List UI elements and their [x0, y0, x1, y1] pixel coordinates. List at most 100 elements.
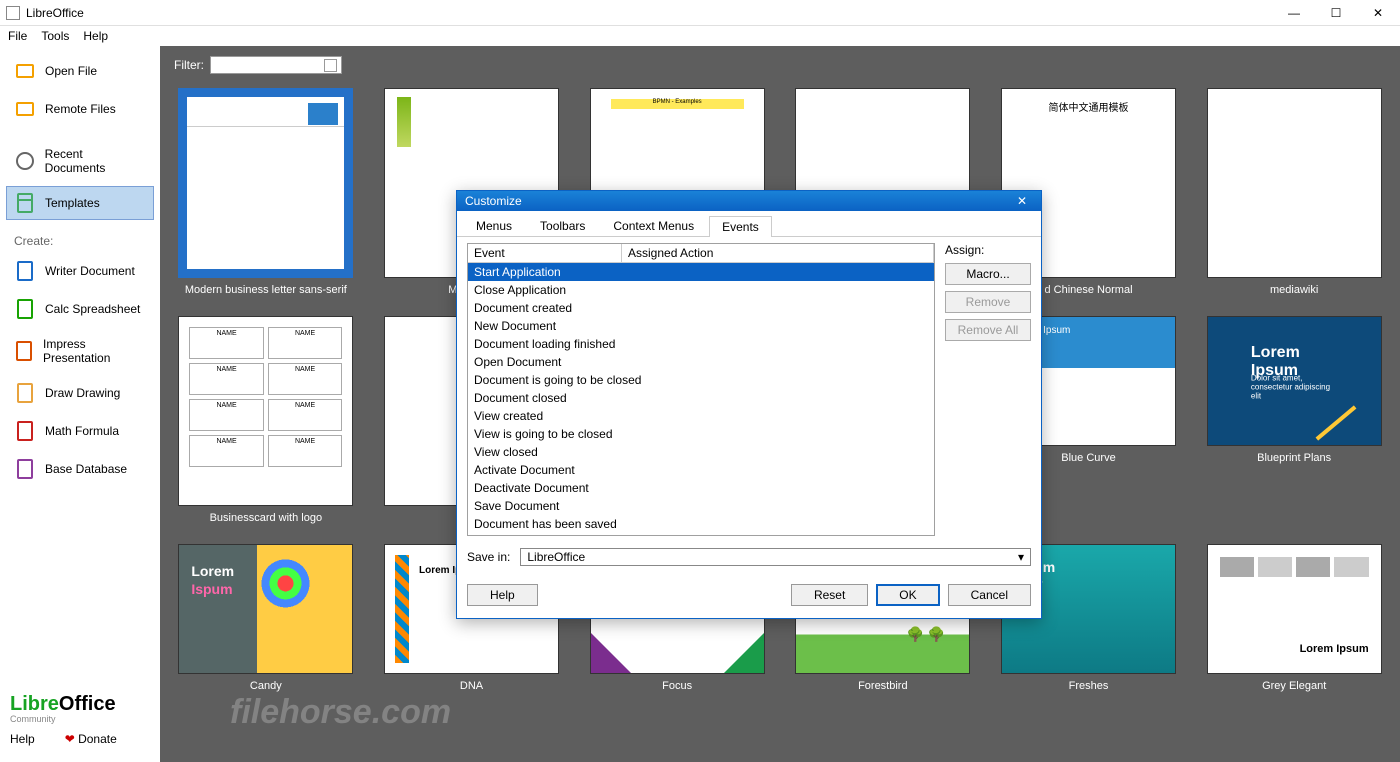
- event-row[interactable]: Document has been saved: [468, 515, 934, 533]
- remove-all-button[interactable]: Remove All: [945, 319, 1031, 341]
- sidebar-item-label: Open File: [45, 64, 97, 78]
- sidebar-item-label: Writer Document: [45, 264, 135, 278]
- column-assigned-action[interactable]: Assigned Action: [622, 244, 934, 262]
- template-label: Grey Elegant: [1262, 680, 1326, 692]
- event-row[interactable]: Start Application: [468, 263, 934, 281]
- calc-icon: [17, 299, 33, 319]
- sidebar-draw[interactable]: Draw Drawing: [6, 376, 154, 410]
- template-label: DNA: [460, 680, 483, 692]
- sidebar-item-label: Recent Documents: [45, 147, 145, 175]
- sidebar-templates[interactable]: Templates: [6, 186, 154, 220]
- brand-logo: LibreOffice: [10, 693, 150, 716]
- event-row[interactable]: View is going to be closed: [468, 425, 934, 443]
- sidebar-remote-files[interactable]: Remote Files: [6, 92, 154, 126]
- brand-block: LibreOffice Community Help ❤ Donate: [6, 685, 154, 754]
- event-row[interactable]: Saving of document failed: [468, 533, 934, 535]
- tab-context-menus[interactable]: Context Menus: [600, 215, 707, 236]
- dialog-titlebar[interactable]: Customize ✕: [457, 191, 1041, 211]
- menu-bar: File Tools Help: [0, 26, 1400, 46]
- cancel-button[interactable]: Cancel: [948, 584, 1031, 606]
- sidebar-item-label: Templates: [45, 196, 100, 210]
- help-button[interactable]: Help: [467, 584, 538, 606]
- remove-button[interactable]: Remove: [945, 291, 1031, 313]
- template-card[interactable]: Modern business letter sans-serif: [174, 88, 358, 296]
- save-in-label: Save in:: [467, 550, 510, 564]
- template-icon: [17, 193, 33, 213]
- template-label: Forestbird: [858, 680, 908, 692]
- template-label: d Chinese Normal: [1044, 284, 1132, 296]
- chinese-title: 简体中文通用模板: [1002, 89, 1175, 124]
- event-row[interactable]: Document closed: [468, 389, 934, 407]
- event-row[interactable]: View closed: [468, 443, 934, 461]
- template-card[interactable]: Lorem Ipsum Grey Elegant: [1202, 544, 1386, 692]
- sidebar-math[interactable]: Math Formula: [6, 414, 154, 448]
- event-row[interactable]: Document created: [468, 299, 934, 317]
- tab-toolbars[interactable]: Toolbars: [527, 215, 598, 236]
- template-label: Businesscard with logo: [210, 512, 323, 524]
- sidebar: Open File Remote Files Recent Documents …: [0, 46, 160, 762]
- event-row[interactable]: Document loading finished: [468, 335, 934, 353]
- sidebar-writer[interactable]: Writer Document: [6, 254, 154, 288]
- event-row[interactable]: New Document: [468, 317, 934, 335]
- lorem-sub: Dolor sit amet, consectetur adipiscing e…: [1251, 374, 1338, 401]
- events-list[interactable]: Start ApplicationClose ApplicationDocume…: [468, 263, 934, 535]
- base-icon: [17, 459, 33, 479]
- lorem-title: Lorem Ipsum: [1300, 643, 1369, 655]
- candy-t2: Ispum: [191, 581, 232, 597]
- event-row[interactable]: Activate Document: [468, 461, 934, 479]
- sidebar-recent-documents[interactable]: Recent Documents: [6, 140, 154, 182]
- event-row[interactable]: Deactivate Document: [468, 479, 934, 497]
- draw-icon: [17, 383, 33, 403]
- template-label: Focus: [662, 680, 692, 692]
- template-card[interactable]: Lorem IpsumDolor sit amet, consectetur a…: [1202, 316, 1386, 524]
- sidebar-calc[interactable]: Calc Spreadsheet: [6, 292, 154, 326]
- reset-button[interactable]: Reset: [791, 584, 868, 606]
- sidebar-item-label: Draw Drawing: [45, 386, 120, 400]
- event-row[interactable]: Close Application: [468, 281, 934, 299]
- sidebar-base[interactable]: Base Database: [6, 452, 154, 486]
- candy-t1: Lorem: [191, 563, 234, 579]
- menu-file[interactable]: File: [8, 29, 27, 43]
- math-icon: [17, 421, 33, 441]
- clock-icon: [16, 152, 34, 170]
- folder-icon: [16, 102, 34, 116]
- menu-help[interactable]: Help: [83, 29, 108, 43]
- window-title: LibreOffice: [26, 6, 1282, 20]
- help-link[interactable]: Help: [10, 732, 35, 746]
- dialog-close-button[interactable]: ✕: [1011, 194, 1033, 208]
- tab-events[interactable]: Events: [709, 216, 772, 237]
- column-event[interactable]: Event: [468, 244, 622, 262]
- sidebar-item-label: Calc Spreadsheet: [45, 302, 140, 316]
- sidebar-impress[interactable]: Impress Presentation: [6, 330, 154, 372]
- sidebar-item-label: Remote Files: [45, 102, 116, 116]
- impress-icon: [16, 341, 32, 361]
- app-icon: [6, 6, 20, 20]
- tab-menus[interactable]: Menus: [463, 215, 525, 236]
- sidebar-open-file[interactable]: Open File: [6, 54, 154, 88]
- create-section-label: Create:: [14, 234, 154, 248]
- close-button[interactable]: ✕: [1366, 4, 1390, 22]
- maximize-button[interactable]: ☐: [1324, 4, 1348, 22]
- macro-button[interactable]: Macro...: [945, 263, 1031, 285]
- event-row[interactable]: View created: [468, 407, 934, 425]
- template-card[interactable]: Lorem Ispum Candy: [174, 544, 358, 692]
- menu-tools[interactable]: Tools: [41, 29, 69, 43]
- event-row[interactable]: Save Document: [468, 497, 934, 515]
- template-label: Candy: [250, 680, 282, 692]
- watermark: filehorse.com: [230, 693, 451, 732]
- sidebar-item-label: Impress Presentation: [43, 337, 145, 365]
- donate-link[interactable]: ❤ Donate: [65, 732, 117, 746]
- event-row[interactable]: Open Document: [468, 353, 934, 371]
- minimize-button[interactable]: —: [1282, 4, 1306, 22]
- dialog-title: Customize: [465, 194, 1011, 208]
- filter-value: All Documents: [215, 58, 292, 72]
- event-row[interactable]: Document is going to be closed: [468, 371, 934, 389]
- sidebar-item-label: Math Formula: [45, 424, 119, 438]
- folder-icon: [16, 64, 34, 78]
- sidebar-item-label: Base Database: [45, 462, 127, 476]
- ok-button[interactable]: OK: [876, 584, 939, 606]
- template-card[interactable]: mediawiki: [1202, 88, 1386, 296]
- filter-dropdown[interactable]: All Documents ▾: [210, 56, 342, 74]
- save-in-dropdown[interactable]: LibreOffice ▾: [520, 548, 1031, 566]
- template-card[interactable]: NAMENAMENAMENAMENAMENAMENAMENAME Busines…: [174, 316, 358, 524]
